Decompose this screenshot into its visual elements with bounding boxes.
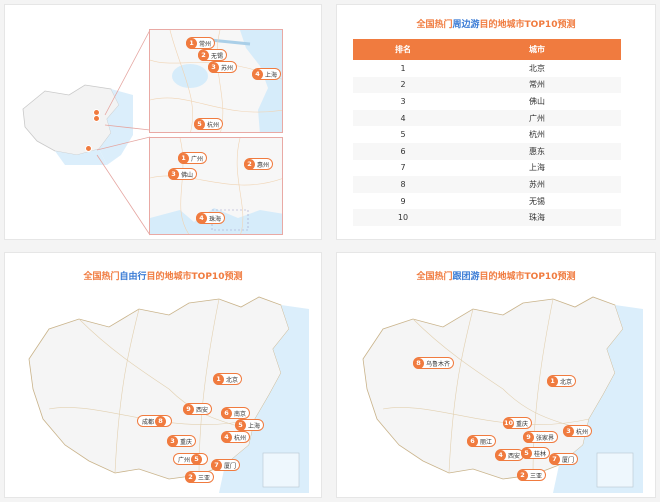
map-pin-chongqing: 3 重庆 — [167, 435, 197, 447]
map-pin-shanghai: 5 上海 — [235, 419, 265, 431]
rank-cell: 4 — [353, 109, 453, 127]
map-pin-nanjing: 6 南京 — [221, 407, 251, 419]
table-row: 4 广州 — [353, 109, 621, 127]
col-city-header: 城市 — [453, 39, 621, 60]
table-row: 6 惠东 — [353, 142, 621, 160]
city-cell: 广州 — [453, 109, 621, 127]
city-cell: 佛山 — [529, 96, 545, 106]
zoom-pin-foshan: 3 佛山 — [168, 168, 198, 180]
china-map — [362, 296, 643, 493]
group-title: 全国热门跟团游目的地城市TOP10预测 — [416, 272, 576, 282]
table-row: 10 珠海 — [353, 209, 621, 226]
map-pin-beijing: 1 北京 — [213, 373, 243, 385]
china-map — [28, 296, 309, 493]
city-cell: 杭州 — [529, 130, 545, 140]
zoom-map-panel: 1 常州 2 无锡 3 苏州 4 上海 5 杭州 1 广州 2 惠州 3 佛山 4 珠海 — [4, 4, 322, 240]
group-map-panel: 全国热门跟团游目的地城市TOP10预测 8 乌鲁木齐 1 北京 10 重庆 9 张家界 … — [336, 252, 656, 498]
map-pin-sanya: 2 三亚 — [517, 469, 547, 481]
independent-title: 全国热门自由行目的地城市TOP10预测 — [83, 272, 243, 282]
city-cell: 上海 — [529, 163, 545, 173]
zoom-pin-guangzhou: 1 广州 — [178, 152, 208, 164]
table-header-row: 排名 城市 — [353, 39, 621, 60]
map-pin-guangzhou: 广州 5 — [173, 453, 209, 465]
map-pin-xian: 9 西安 — [183, 403, 213, 415]
zoom-pin-hangzhou: 5 杭州 — [194, 118, 224, 130]
map-pin-sanya: 2 三亚 — [185, 471, 215, 483]
city-cell: 惠东 — [453, 142, 621, 160]
map-pin-hangzhou: 3 杭州 — [563, 425, 593, 437]
table-row: 2 常州 — [353, 76, 621, 94]
rank-cell: 1 — [400, 63, 406, 73]
city-cell: 北京 — [529, 63, 545, 73]
map-pin-hangzhou: 4 杭州 — [221, 431, 251, 443]
map-pin-xiamen: 7 厦门 — [211, 459, 241, 471]
city-cell: 常州 — [453, 76, 621, 94]
zoom-pin-shanghai: 4 上海 — [252, 68, 282, 80]
city-cell: 珠海 — [453, 209, 621, 226]
zoom-pin-suzhou: 3 苏州 — [208, 61, 238, 73]
map-pin-zhangjiajie: 9 张家界 — [523, 431, 559, 443]
map-pin-guilin: 5 桂林 — [521, 447, 551, 459]
rank-cell: 6 — [353, 142, 453, 160]
table-row: 9 无锡 — [353, 193, 621, 210]
zoom-pin-changzhou: 1 常州 — [186, 37, 216, 49]
rank-cell: 3 — [400, 96, 406, 106]
zoom-box-east: 1 常州 2 无锡 3 苏州 4 上海 5 杭州 — [149, 29, 283, 133]
nearby-ranking-table: 排名 城市 1 北京 2 常州 3 佛山 4 广州 5 杭州 6 惠东 7 上海 8 苏州 9 无… — [353, 39, 621, 226]
rank-cell: 5 — [400, 130, 406, 140]
city-cell: 无锡 — [529, 196, 545, 206]
rank-cell: 9 — [400, 196, 406, 206]
zoom-pin-wuxi: 2 无锡 — [198, 49, 228, 61]
col-rank-header: 排名 — [353, 39, 453, 60]
map-pin-chongqing: 10 重庆 — [503, 417, 533, 429]
rank-cell: 7 — [400, 163, 406, 173]
map-pin-urumqi: 8 乌鲁木齐 — [413, 357, 455, 369]
map-pin-beijing: 1 北京 — [547, 375, 577, 387]
rank-cell: 10 — [353, 209, 453, 226]
independent-map-panel: 全国热门自由行目的地城市TOP10预测 1 北京 9 西安 6 南京 成都 8 5 上海 … — [4, 252, 322, 498]
map-pin-xian: 4 西安 — [495, 449, 525, 461]
map-pin-lijiang: 6 丽江 — [467, 435, 497, 447]
zoom-box-south: 1 广州 2 惠州 3 佛山 4 珠海 — [149, 137, 283, 235]
map-pin-chengdu: 成都 8 — [137, 415, 173, 427]
rank-cell: 8 — [353, 176, 453, 193]
table-row: 3 佛山 — [353, 93, 621, 110]
table-row: 8 苏州 — [353, 176, 621, 193]
map-pin-xiamen: 7 厦门 — [549, 453, 579, 465]
nearby-ranking-panel: 全国热门周边游目的地城市TOP10预测 排名 城市 1 北京 2 常州 3 佛山 4广… — [336, 4, 656, 240]
rank-cell: 2 — [353, 76, 453, 94]
zoom-pin-zhuhai: 4 珠海 — [196, 212, 226, 224]
table-row: 1 北京 — [353, 60, 621, 77]
city-cell: 苏州 — [453, 176, 621, 193]
zoom-pin-huizhou: 2 惠州 — [244, 158, 274, 170]
table-row: 5 杭州 — [353, 126, 621, 143]
nearby-title: 全国热门周边游目的地城市TOP10预测 — [416, 20, 576, 30]
table-row: 7 上海 — [353, 160, 621, 177]
